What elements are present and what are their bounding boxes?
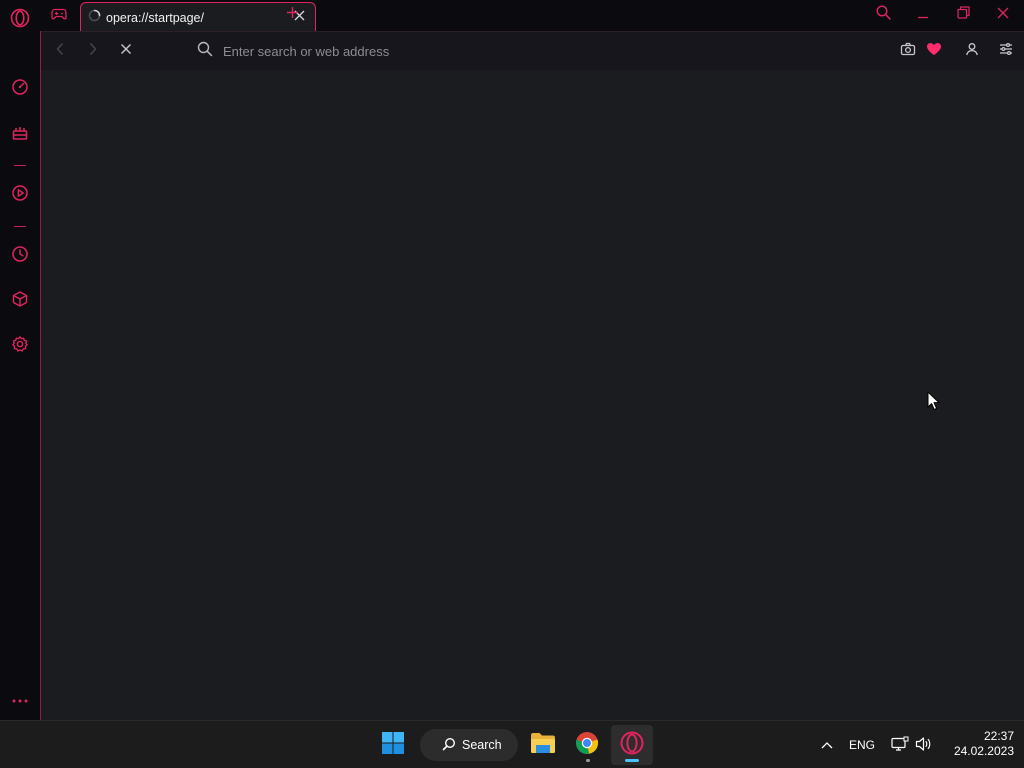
chevron-left-icon: [55, 42, 65, 61]
gx-corner-icon: [11, 124, 29, 147]
chevron-right-icon: [88, 42, 98, 61]
search-icon: [875, 5, 891, 25]
restore-button[interactable]: [950, 3, 976, 27]
user-icon: [965, 42, 979, 61]
desktop: opera://startpage/ Enter search or web a…: [0, 0, 1024, 768]
tab-strip: opera://startpage/: [40, 0, 1024, 32]
sidebar-item-speed-dial[interactable]: [0, 74, 40, 104]
opera-logo-icon: [10, 8, 30, 33]
snapshot-button[interactable]: [897, 40, 919, 62]
extensions-cube-icon: [11, 290, 29, 313]
taskbar-app-file-explorer[interactable]: [523, 725, 563, 765]
network-status-button[interactable]: [888, 733, 912, 757]
search-icon: [197, 41, 213, 62]
chevron-up-icon: [821, 738, 833, 752]
address-bar[interactable]: [197, 38, 887, 64]
browser-window: [40, 31, 1024, 720]
new-tab-button[interactable]: [282, 5, 302, 25]
camera-icon: [900, 42, 916, 61]
opera-sidebar: [0, 0, 40, 720]
sidebar-item-extensions[interactable]: [0, 286, 40, 316]
taskbar-app-opera-gx[interactable]: [611, 725, 653, 765]
tab-startpage[interactable]: opera://startpage/: [80, 2, 316, 32]
clock[interactable]: 22:37 24.02.2023: [940, 729, 1014, 759]
settings-sliders-icon: [999, 42, 1013, 61]
taskbar-search-label: Search: [462, 738, 502, 752]
more-dots-icon: [11, 691, 29, 709]
sidebar-item-player[interactable]: [0, 180, 40, 210]
speaker-icon: [915, 736, 933, 755]
stop-x-icon: [120, 42, 132, 60]
active-indicator: [625, 759, 639, 762]
windows-taskbar: Search ENG 22:37 24.02.2023: [0, 720, 1024, 768]
clock-time: 22:37: [983, 729, 1014, 743]
plus-icon: [286, 6, 299, 24]
page-content[interactable]: [41, 70, 1024, 720]
gamepad-icon: [51, 7, 67, 26]
heart-icon: [926, 42, 942, 61]
account-button[interactable]: [961, 40, 983, 62]
show-hidden-icons-button[interactable]: [816, 733, 838, 757]
language-indicator[interactable]: ENG: [845, 733, 879, 757]
language-label: ENG: [848, 738, 875, 752]
tab-title: opera://startpage/: [106, 10, 204, 25]
restore-icon: [956, 6, 970, 24]
minimize-button[interactable]: [910, 3, 936, 27]
sidebar-separator: [14, 226, 26, 227]
loading-spinner-icon: [88, 9, 101, 27]
gx-control-button[interactable]: [42, 2, 76, 30]
speed-dial-icon: [11, 78, 29, 101]
taskbar-app-chrome[interactable]: [567, 725, 607, 765]
forward-button[interactable]: [82, 40, 104, 62]
folder-icon: [530, 732, 556, 759]
volume-button[interactable]: [912, 733, 936, 757]
sidebar-item-settings[interactable]: [0, 331, 40, 361]
sidebar-item-gx-corner[interactable]: [0, 120, 40, 150]
search-icon: [442, 737, 456, 754]
easy-setup-button[interactable]: [995, 40, 1017, 62]
minimize-icon: [917, 6, 929, 24]
running-indicator: [586, 759, 590, 762]
windows-logo-icon: [381, 731, 405, 760]
tab-search-button[interactable]: [870, 3, 896, 27]
start-button[interactable]: [373, 725, 413, 765]
address-toolbar: [41, 31, 1024, 70]
network-icon: [891, 736, 909, 755]
close-icon: [997, 6, 1009, 24]
chrome-icon: [575, 731, 599, 760]
history-icon: [11, 245, 29, 268]
player-icon: [11, 184, 29, 207]
favorite-button[interactable]: [923, 40, 945, 62]
opera-gx-icon: [620, 731, 644, 760]
mouse-cursor: [927, 391, 941, 411]
address-input[interactable]: [223, 43, 823, 59]
stop-loading-button[interactable]: [115, 40, 137, 62]
settings-gear-icon: [11, 335, 29, 358]
taskbar-search-button[interactable]: Search: [420, 729, 518, 761]
sidebar-item-history[interactable]: [0, 241, 40, 271]
close-window-button[interactable]: [990, 3, 1016, 27]
sidebar-separator: [14, 165, 26, 166]
back-button[interactable]: [49, 40, 71, 62]
opera-menu-button[interactable]: [0, 5, 40, 35]
sidebar-more-button[interactable]: [0, 685, 40, 715]
clock-date: 24.02.2023: [953, 744, 1014, 758]
